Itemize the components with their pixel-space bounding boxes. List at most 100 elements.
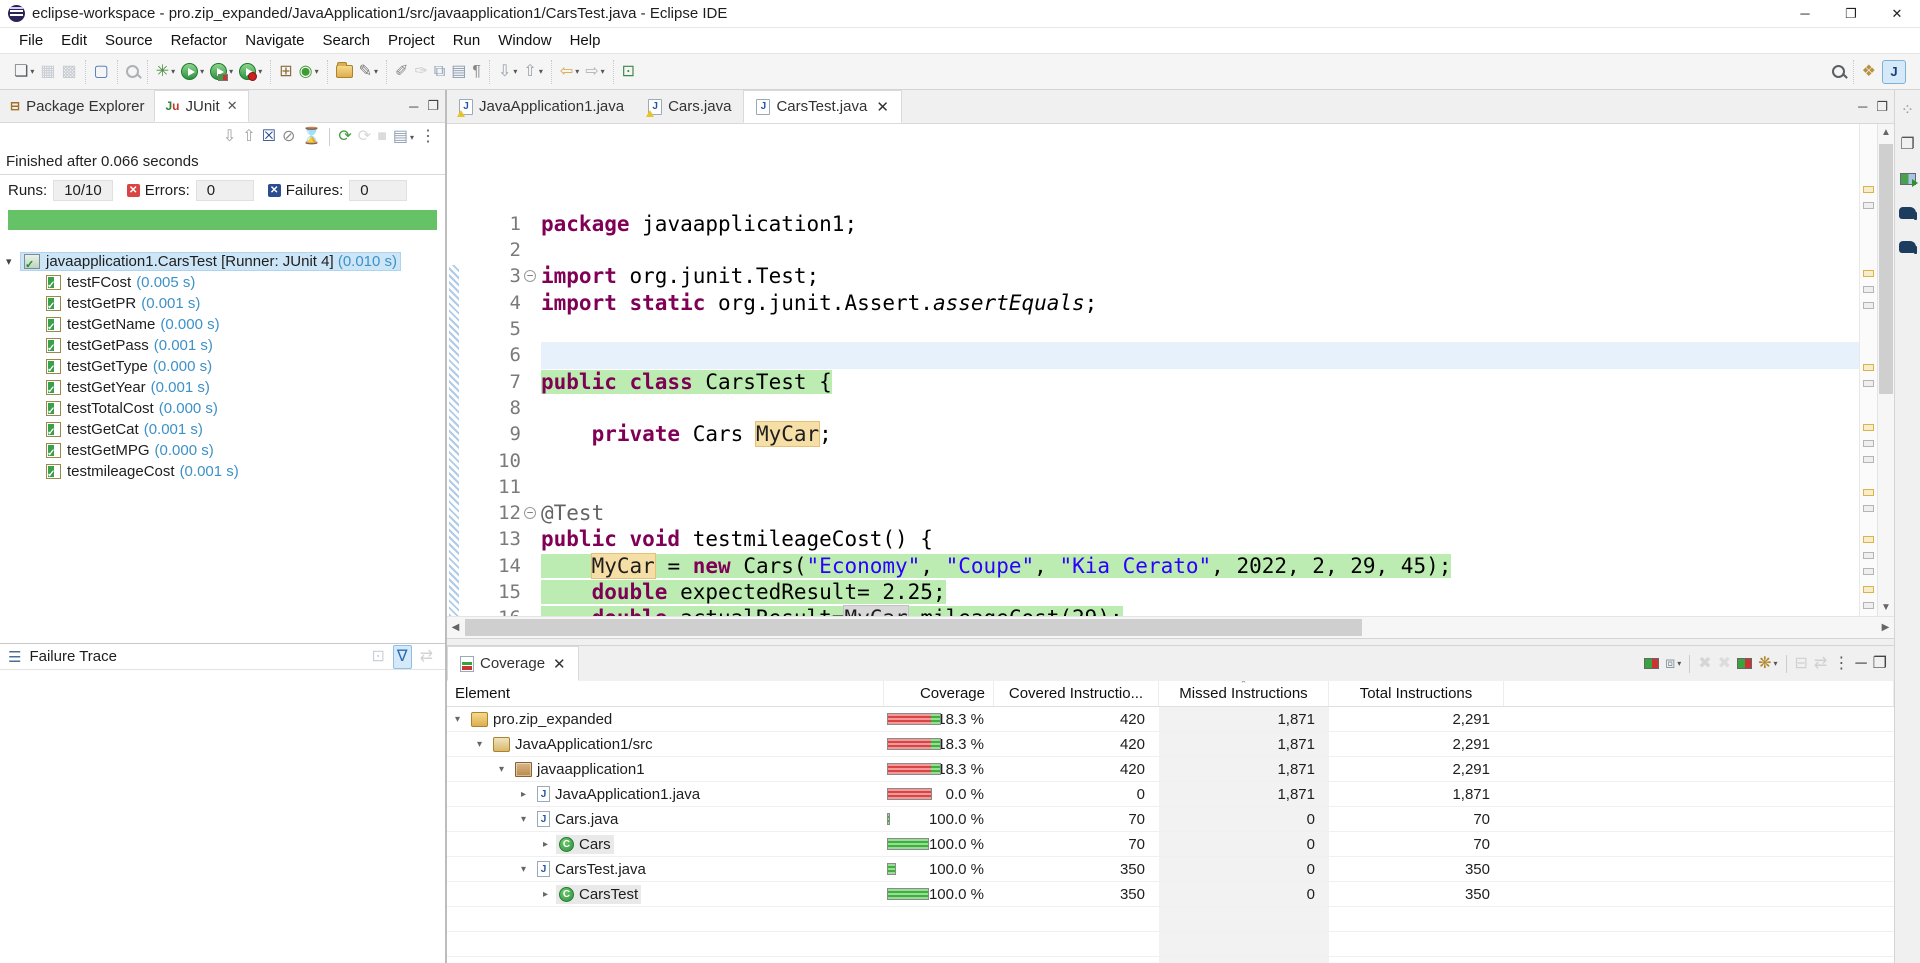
test-item[interactable]: testGetType(0.000 s) xyxy=(0,356,445,377)
compare-result-icon[interactable]: ⇄ xyxy=(420,645,433,669)
coverage-icon[interactable]: ▾ xyxy=(210,60,233,84)
view-menu-icon[interactable]: ⋮ xyxy=(420,125,436,149)
menu-source[interactable]: Source xyxy=(96,28,162,53)
dropdown-caret-icon[interactable]: ▾ xyxy=(513,67,517,76)
skip-breakpoints-icon[interactable] xyxy=(126,60,139,84)
test-item[interactable]: testGetMPG(0.000 s) xyxy=(0,440,445,461)
filter-stack-trace-icon[interactable]: ∇ xyxy=(393,645,412,669)
tab-javaapplication1-java[interactable]: JJavaApplication1.java xyxy=(447,90,636,123)
next-annotation-icon[interactable]: ⇩▾ xyxy=(498,60,517,84)
menu-window[interactable]: Window xyxy=(489,28,560,53)
coverage-row[interactable]: ▾JavaApplication1/src18.3 %4201,8712,291 xyxy=(447,732,1894,757)
tab-package-explorer[interactable]: ⊟Package Explorer xyxy=(0,90,154,122)
column-header-total-instructions[interactable]: Total Instructions xyxy=(1329,681,1504,706)
toggle-mark-occurrences-icon[interactable]: ✐ xyxy=(395,60,408,84)
search-icon[interactable] xyxy=(1832,60,1845,84)
save-all-icon[interactable]: ▩ xyxy=(61,60,76,84)
previous-annotation-icon[interactable]: ⇧▾ xyxy=(523,60,542,84)
menu-navigate[interactable]: Navigate xyxy=(236,28,313,53)
coverage-row[interactable]: ▾JCars.java100.0 %70070 xyxy=(447,807,1894,832)
code-editor[interactable]: 1package javaapplication1;23−import org.… xyxy=(447,124,1859,616)
rerun-test-icon[interactable]: ⟳ xyxy=(338,125,351,149)
sash-divider[interactable] xyxy=(447,638,1894,646)
close-button[interactable]: ✕ xyxy=(1874,0,1920,27)
chevron-down-icon[interactable]: ▾ xyxy=(455,714,468,725)
stop-test-icon[interactable]: ■ xyxy=(377,125,387,149)
menu-run[interactable]: Run xyxy=(444,28,490,53)
scrollbar-thumb[interactable] xyxy=(1879,144,1893,394)
column-header-coverage[interactable]: Coverage xyxy=(884,681,994,706)
profile-icon[interactable]: ▾ xyxy=(239,60,262,84)
new-snippet-icon[interactable]: ✎▾ xyxy=(359,60,378,84)
pin-editor-icon[interactable]: ⊡ xyxy=(622,60,635,84)
junit-test-tree[interactable]: ▾ javaapplication1.CarsTest [Runner: JUn… xyxy=(0,236,445,643)
trim-dots-icon[interactable]: ⁘ xyxy=(1901,99,1914,123)
chevron-right-icon[interactable]: ▸ xyxy=(543,889,556,900)
test-history-icon[interactable]: ▤▾ xyxy=(393,125,414,149)
dropdown-caret-icon[interactable]: ▾ xyxy=(374,67,378,76)
new-wizard-icon[interactable]: ❏▾ xyxy=(14,60,34,84)
gradle-executions-icon[interactable] xyxy=(1899,235,1916,259)
minimize-view-icon[interactable]: ─ xyxy=(1855,652,1866,676)
scroll-right-icon[interactable]: ▶ xyxy=(1877,622,1894,633)
tab-junit[interactable]: JuJUnit✕ xyxy=(154,90,248,122)
tab-coverage[interactable]: Coverage ✕ xyxy=(447,646,579,681)
coverage-row[interactable]: ▾JCarsTest.java100.0 %3500350 xyxy=(447,857,1894,882)
dropdown-caret-icon[interactable]: ▾ xyxy=(171,67,175,76)
fold-marker-icon[interactable]: − xyxy=(524,507,536,519)
chevron-down-icon[interactable]: ▾ xyxy=(521,814,534,825)
test-item[interactable]: testGetPass(0.001 s) xyxy=(0,335,445,356)
close-icon[interactable]: ✕ xyxy=(876,98,889,116)
show-failures-only-icon[interactable]: ☒ xyxy=(262,125,276,149)
minimize-view-icon[interactable]: ─ xyxy=(409,99,418,114)
back-icon[interactable]: ⇦▾ xyxy=(560,60,579,84)
menu-edit[interactable]: Edit xyxy=(52,28,96,53)
toggle-block-selection-icon[interactable]: ✑ xyxy=(414,60,427,84)
coverage-row[interactable]: ▸CCarsTest100.0 %3500350 xyxy=(447,882,1894,907)
show-skipped-only-icon[interactable]: ⊘ xyxy=(282,125,295,149)
remove-all-sessions-icon[interactable]: ✖ xyxy=(1718,652,1731,676)
tab-carstest-java[interactable]: JCarsTest.java✕ xyxy=(743,90,901,123)
open-task-icon[interactable]: ▤ xyxy=(451,60,466,84)
minimize-editor-icon[interactable]: ─ xyxy=(1858,99,1867,114)
dropdown-caret-icon[interactable]: ▾ xyxy=(539,67,543,76)
dropdown-caret-icon[interactable]: ▾ xyxy=(229,67,233,76)
dropdown-caret-icon[interactable]: ▾ xyxy=(1677,659,1681,668)
maximize-view-icon[interactable]: ❐ xyxy=(1873,652,1887,676)
gradle-tasks-icon[interactable] xyxy=(1899,201,1916,225)
dropdown-caret-icon[interactable]: ▾ xyxy=(315,67,319,76)
menu-refactor[interactable]: Refactor xyxy=(162,28,237,53)
dropdown-caret-icon[interactable]: ▾ xyxy=(601,67,605,76)
scroll-left-icon[interactable]: ◀ xyxy=(447,622,464,633)
java-perspective-icon[interactable]: J xyxy=(1882,60,1906,84)
new-java-project-icon[interactable]: ⊞ xyxy=(279,60,292,84)
chevron-down-icon[interactable]: ▾ xyxy=(499,764,512,775)
menu-project[interactable]: Project xyxy=(379,28,444,53)
tab-cars-java[interactable]: JCars.java xyxy=(636,90,743,123)
coverage-row[interactable]: ▸CCars100.0 %70070 xyxy=(447,832,1894,857)
chevron-down-icon[interactable]: ▾ xyxy=(477,739,490,750)
menu-search[interactable]: Search xyxy=(313,28,379,53)
rerun-failed-icon[interactable]: ⟳ xyxy=(358,125,371,149)
column-header-element[interactable]: Element xyxy=(447,681,884,706)
maximize-view-icon[interactable]: ❐ xyxy=(427,98,439,114)
scrollbar-thumb[interactable] xyxy=(465,619,1362,636)
maximize-editor-icon[interactable]: ❐ xyxy=(1876,99,1888,115)
restore-view-icon[interactable]: ❐ xyxy=(1900,133,1914,157)
test-suite-row[interactable]: ▾ javaapplication1.CarsTest [Runner: JUn… xyxy=(0,250,445,272)
coverage-counters-icon[interactable] xyxy=(1737,652,1752,676)
chevron-right-icon[interactable]: ▸ xyxy=(543,839,556,850)
menu-help[interactable]: Help xyxy=(561,28,610,53)
dump-execution-data-icon[interactable]: ⧈▾ xyxy=(1665,652,1681,676)
dropdown-caret-icon[interactable]: ▾ xyxy=(200,67,204,76)
open-perspective-icon[interactable]: ❖ xyxy=(1862,60,1876,84)
open-type-icon[interactable] xyxy=(336,60,353,84)
column-header-missed-instructions[interactable]: Missed Instructions⌃ xyxy=(1159,681,1329,706)
dropdown-caret-icon[interactable]: ▾ xyxy=(575,67,579,76)
session-settings-icon[interactable]: ❋▾ xyxy=(1758,652,1777,676)
fold-marker-icon[interactable]: − xyxy=(524,270,536,282)
link-editor-icon[interactable]: ⧉ xyxy=(434,60,445,84)
overview-ruler[interactable] xyxy=(1859,124,1877,616)
dropdown-caret-icon[interactable]: ▾ xyxy=(1773,659,1777,668)
editor-vertical-scrollbar[interactable]: ▲ ▼ xyxy=(1877,124,1894,616)
